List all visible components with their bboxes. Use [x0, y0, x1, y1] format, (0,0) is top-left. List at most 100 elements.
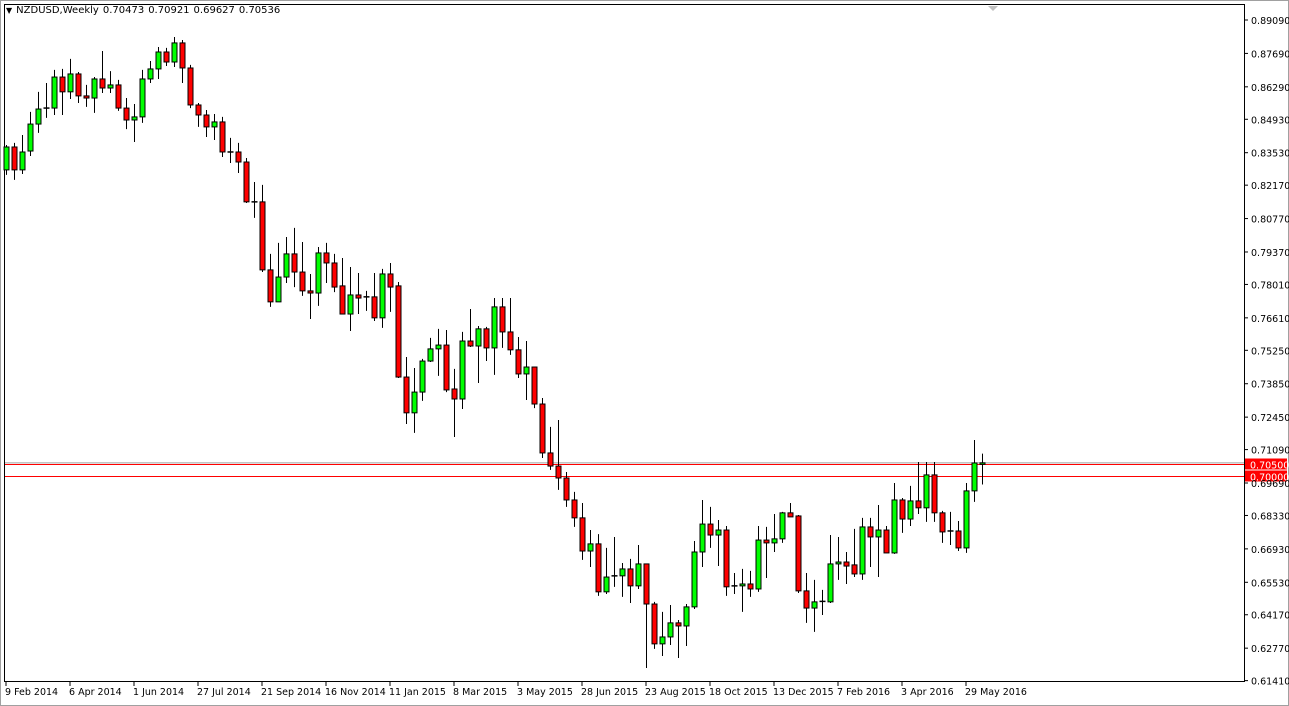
candle-body-bull	[284, 254, 289, 277]
candle	[372, 273, 377, 321]
candle-body-bear	[220, 122, 225, 152]
candle	[836, 537, 841, 580]
candle	[692, 541, 697, 609]
candle-body-bull	[316, 253, 321, 293]
candle-body-bull	[348, 295, 353, 314]
candle	[780, 512, 785, 543]
candle-body-bull	[892, 500, 897, 553]
x-tick-label: 18 Oct 2015	[709, 687, 768, 698]
candle	[484, 327, 489, 361]
candle	[892, 483, 897, 554]
y-tick-label: 0.66930	[1251, 545, 1289, 556]
candle-body-bear	[788, 513, 793, 517]
candle-body-bear	[572, 500, 577, 518]
candle-body-bull	[68, 74, 73, 92]
candle	[140, 70, 145, 123]
candle	[740, 569, 745, 612]
candle	[908, 486, 913, 526]
candle	[604, 548, 609, 594]
candle	[700, 500, 705, 567]
triangle-down-icon[interactable]: ▼	[6, 6, 12, 15]
candle	[356, 273, 361, 314]
candle	[596, 534, 601, 596]
candle	[652, 602, 657, 649]
candle-body-bear	[180, 43, 185, 68]
y-tick-label: 0.83530	[1251, 149, 1289, 160]
candle	[460, 332, 465, 409]
candle	[804, 573, 809, 623]
candle-body-bull	[148, 69, 153, 79]
candle-body-bull	[828, 564, 833, 602]
candle	[156, 47, 161, 79]
candle	[108, 71, 113, 93]
candle-body-bull	[132, 117, 137, 120]
candle-body-bear	[372, 297, 377, 318]
candle-body-bull	[780, 513, 785, 539]
candle-body-bear	[748, 584, 753, 589]
candle-body-bear	[596, 544, 601, 592]
y-tick-label: 0.87690	[1251, 49, 1289, 60]
candle	[660, 612, 665, 656]
candle	[564, 472, 569, 507]
level-price-label: 0.70500	[1250, 461, 1289, 472]
candle	[76, 72, 81, 103]
ohlc-open: 0.70473	[103, 5, 144, 16]
candle-body-bull	[92, 79, 97, 98]
y-tick-label: 0.73850	[1251, 380, 1289, 391]
candle-body-bull	[28, 124, 33, 151]
candle-body-bull	[812, 602, 817, 608]
candle-body-bear	[204, 115, 209, 127]
candle	[980, 454, 985, 485]
candle-body-bear	[580, 518, 585, 551]
candle-body-bull	[476, 329, 481, 346]
candle-body-bull	[860, 527, 865, 574]
y-tick-label: 0.89090	[1251, 16, 1289, 27]
candle-body-bear	[516, 350, 521, 374]
candle-body-bull	[636, 564, 641, 586]
candle-body-bull	[620, 569, 625, 576]
candle	[244, 158, 249, 203]
candle-body-bear	[900, 500, 905, 519]
candle	[316, 247, 321, 306]
candle-body-bear	[932, 475, 937, 513]
candle-body-bull	[460, 341, 465, 399]
candle-body-bear	[868, 527, 873, 537]
candle	[284, 237, 289, 283]
x-tick-label: 27 Jul 2014	[197, 687, 251, 698]
y-tick-label: 0.69690	[1251, 479, 1289, 490]
candle-body-bull	[692, 552, 697, 607]
candle-body-bear	[188, 68, 193, 105]
candle-body-bear	[292, 254, 297, 272]
candle-body-bull	[908, 501, 913, 519]
candle	[188, 65, 193, 108]
candle-body-bear	[548, 453, 553, 466]
candle-body-bear	[300, 272, 305, 291]
x-tick-label: 9 Feb 2014	[5, 687, 58, 698]
candle	[708, 507, 713, 548]
candlestick-chart[interactable]: 0.705000.70000 0.890900.876900.862900.84…	[0, 0, 1289, 706]
chart-shift-marker-icon[interactable]	[988, 6, 998, 11]
y-tick-label: 0.61410	[1251, 677, 1289, 688]
y-tick-label: 0.65530	[1251, 578, 1289, 589]
candle-body-bear	[500, 307, 505, 332]
x-tick-label: 23 Aug 2015	[645, 687, 706, 698]
x-tick-label: 8 Mar 2015	[453, 687, 507, 698]
candle-body-bull	[684, 607, 689, 626]
candle	[148, 61, 153, 83]
candle-body-bear	[764, 540, 769, 543]
x-tick-label: 1 Jun 2014	[133, 687, 184, 698]
y-tick-label: 0.82170	[1251, 181, 1289, 192]
candle-body-bull	[36, 109, 41, 124]
candle-body-bear	[100, 79, 105, 88]
candle-body-bull	[980, 463, 985, 465]
candle-body-bear	[356, 295, 361, 298]
candle	[44, 83, 50, 118]
candle	[732, 573, 738, 594]
candle	[28, 112, 33, 156]
candle	[868, 518, 873, 567]
candle	[972, 440, 977, 502]
x-tick-label: 3 Apr 2016	[901, 687, 954, 698]
candle	[116, 80, 121, 111]
candle	[556, 420, 561, 490]
candle-body-bull	[492, 307, 497, 348]
